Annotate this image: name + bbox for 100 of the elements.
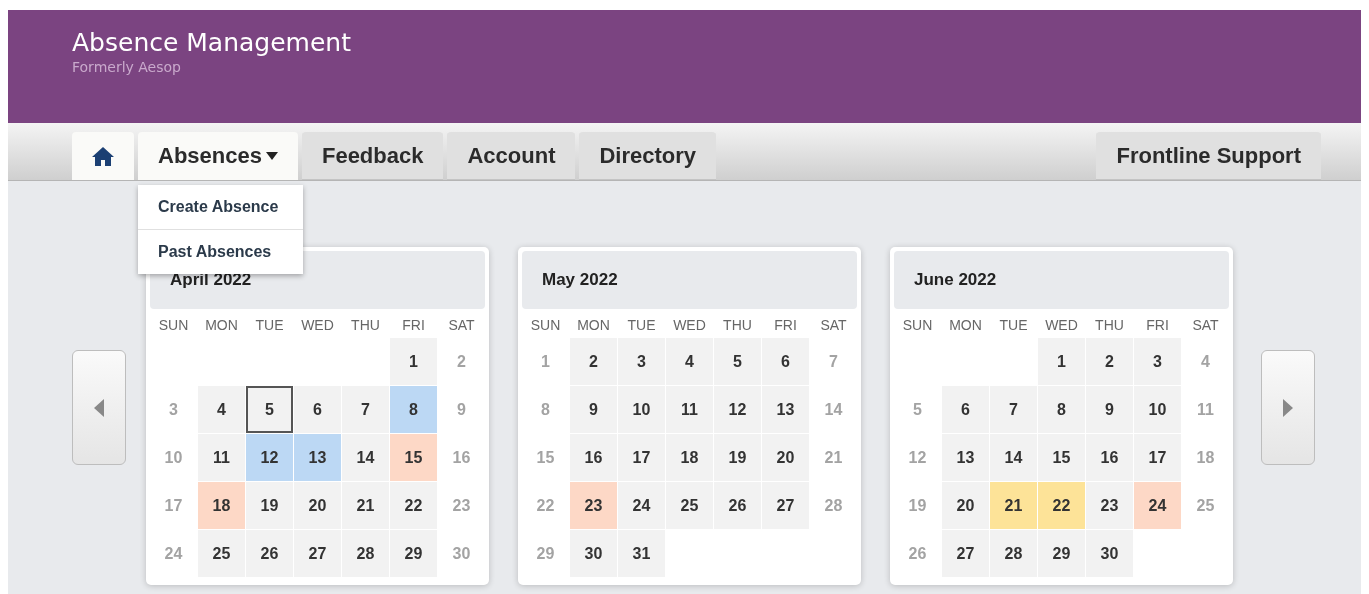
day-cell[interactable]: 4 <box>198 386 245 433</box>
day-cell[interactable]: 20 <box>942 482 989 529</box>
day-cell[interactable]: 12 <box>714 386 761 433</box>
weekday-label: TUE <box>998 316 1029 335</box>
day-cell[interactable]: 8 <box>390 386 437 433</box>
day-cell[interactable]: 2 <box>1086 338 1133 385</box>
day-cell[interactable]: 5 <box>714 338 761 385</box>
day-cell[interactable]: 27 <box>762 482 809 529</box>
day-cell[interactable]: 6 <box>942 386 989 433</box>
day-cell[interactable]: 17 <box>618 434 665 481</box>
weekday-label: SAT <box>819 316 848 335</box>
day-cell[interactable]: 31 <box>618 530 665 577</box>
day-cell[interactable]: 6 <box>762 338 809 385</box>
day-cell[interactable]: 27 <box>294 530 341 577</box>
day-cell[interactable]: 10 <box>618 386 665 433</box>
day-cell[interactable]: 6 <box>294 386 341 433</box>
day-cell[interactable]: 25 <box>198 530 245 577</box>
home-tab[interactable] <box>72 132 134 180</box>
day-cell[interactable]: 11 <box>198 434 245 481</box>
day-cell[interactable]: 20 <box>762 434 809 481</box>
nav-tab[interactable]: Directory <box>579 132 717 180</box>
day-cell[interactable]: 22 <box>1038 482 1085 529</box>
day-cell[interactable]: 7 <box>342 386 389 433</box>
menu-item[interactable]: Past Absences <box>138 230 303 274</box>
day-cell[interactable]: 19 <box>246 482 293 529</box>
weekday-label: SUN <box>529 316 562 335</box>
nav-tab[interactable]: Frontline Support <box>1096 132 1321 180</box>
day-cell[interactable]: 29 <box>390 530 437 577</box>
weekday-label: WED <box>672 316 707 335</box>
day-cell[interactable]: 21 <box>990 482 1037 529</box>
day-cell[interactable]: 24 <box>618 482 665 529</box>
previous-button[interactable] <box>72 350 126 465</box>
weekday-label: THU <box>1094 316 1125 335</box>
day-cell[interactable]: 9 <box>570 386 617 433</box>
day-cell[interactable]: 21 <box>342 482 389 529</box>
day-cell[interactable]: 16 <box>570 434 617 481</box>
day-cell[interactable]: 10 <box>1134 386 1181 433</box>
weekday-label: FRI <box>401 316 426 335</box>
weekday-label: THU <box>350 316 381 335</box>
day-cell[interactable]: 26 <box>246 530 293 577</box>
weekday-label: SUN <box>157 316 190 335</box>
app-title: Absence Management <box>72 28 351 58</box>
weekday-label: SUN <box>901 316 934 335</box>
day-cell[interactable]: 14 <box>342 434 389 481</box>
left-triangle-icon <box>94 398 104 417</box>
day-cell[interactable]: 15 <box>390 434 437 481</box>
day-cell[interactable]: 28 <box>990 530 1037 577</box>
weekday-label: FRI <box>773 316 798 335</box>
day-cell[interactable]: 23 <box>570 482 617 529</box>
day-cell[interactable]: 20 <box>294 482 341 529</box>
day-cell[interactable]: 24 <box>1134 482 1181 529</box>
nav-tab[interactable]: Absences <box>138 132 298 180</box>
day-cell[interactable]: 30 <box>1086 530 1133 577</box>
weekday-label: MON <box>576 316 611 335</box>
weekday-label: MON <box>204 316 239 335</box>
day-cell[interactable]: 9 <box>1086 386 1133 433</box>
day-cell[interactable]: 18 <box>666 434 713 481</box>
day-cell[interactable]: 7 <box>990 386 1037 433</box>
right-triangle-icon <box>1283 398 1293 417</box>
next-button[interactable] <box>1261 350 1315 465</box>
weekday-label: TUE <box>254 316 285 335</box>
day-cell[interactable]: 15 <box>1038 434 1085 481</box>
day-cell[interactable]: 25 <box>666 482 713 529</box>
day-cell[interactable]: 16 <box>1086 434 1133 481</box>
day-cell[interactable]: 18 <box>198 482 245 529</box>
weekday-label: SAT <box>447 316 476 335</box>
weekday-label: WED <box>1044 316 1079 335</box>
weekday-label: TUE <box>626 316 657 335</box>
day-cell[interactable]: 2 <box>570 338 617 385</box>
day-cell[interactable]: 29 <box>1038 530 1085 577</box>
weekday-label: SAT <box>1191 316 1220 335</box>
day-cell[interactable]: 22 <box>390 482 437 529</box>
day-cell[interactable]: 28 <box>342 530 389 577</box>
day-cell[interactable]: 1 <box>390 338 437 385</box>
day-cell[interactable]: 8 <box>1038 386 1085 433</box>
day-cell[interactable]: 3 <box>618 338 665 385</box>
day-cell[interactable]: 13 <box>762 386 809 433</box>
caret-icon <box>265 152 278 160</box>
weekday-label: THU <box>722 316 753 335</box>
day-cell[interactable]: 1 <box>1038 338 1085 385</box>
day-cell[interactable]: 3 <box>1134 338 1181 385</box>
day-cell[interactable]: 17 <box>1134 434 1181 481</box>
nav-tab[interactable]: Account <box>447 132 576 180</box>
day-cell[interactable]: 14 <box>990 434 1037 481</box>
month-title: June 2022 <box>914 270 997 290</box>
day-cell[interactable]: 12 <box>246 434 293 481</box>
nav-tab[interactable]: Feedback <box>301 132 444 180</box>
day-cell[interactable]: 30 <box>570 530 617 577</box>
day-cell[interactable]: 4 <box>666 338 713 385</box>
weekday-label: MON <box>948 316 983 335</box>
day-cell[interactable]: 13 <box>294 434 341 481</box>
day-cell[interactable]: 19 <box>714 434 761 481</box>
weekday-label: FRI <box>1145 316 1170 335</box>
day-cell[interactable]: 26 <box>714 482 761 529</box>
day-cell[interactable]: 5 <box>246 386 293 433</box>
day-cell[interactable]: 23 <box>1086 482 1133 529</box>
day-cell[interactable]: 13 <box>942 434 989 481</box>
app-subtitle: Formerly Aesop <box>72 58 182 76</box>
day-cell[interactable]: 11 <box>666 386 713 433</box>
day-cell[interactable]: 27 <box>942 530 989 577</box>
